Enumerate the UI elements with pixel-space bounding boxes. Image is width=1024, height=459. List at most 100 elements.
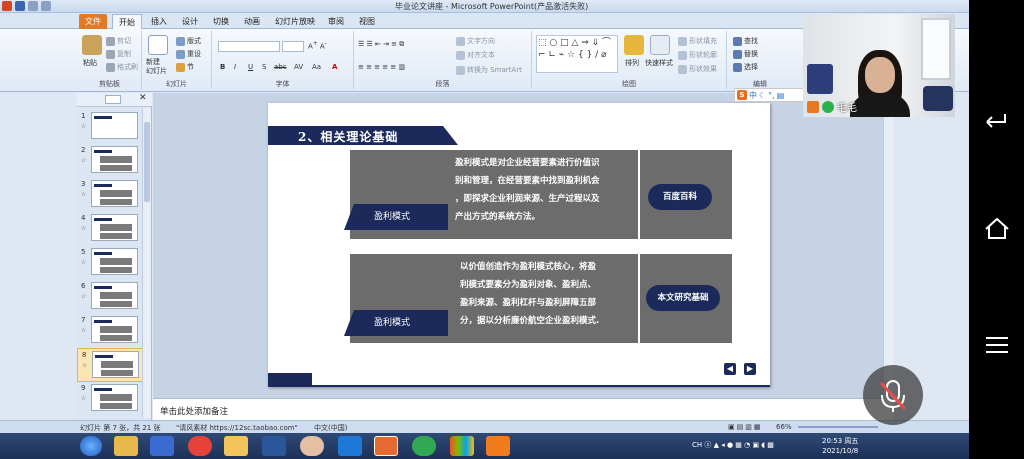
zoom-slider[interactable] [798,426,878,428]
new-slide-icon[interactable] [148,35,168,55]
slides-tab[interactable] [105,95,121,104]
editor-vertical-scrollbar[interactable] [883,93,894,398]
slide-thumbnail[interactable]: 5 ☆ [77,246,152,280]
slide-thumbnail[interactable]: 9 ☆ [77,382,152,416]
animation-star-icon: ☆ [81,157,87,164]
thumbnail-scrollbar[interactable] [142,108,151,418]
replace-button[interactable]: 替换 [733,49,758,59]
word-icon[interactable] [262,436,286,456]
slide-preview [91,316,138,343]
shape-outline-button[interactable]: 形状轮廓 [678,50,717,60]
smartart-button[interactable]: 转换为 SmartArt [456,65,522,75]
quick-styles-icon[interactable] [650,35,670,55]
slide-thumbnail[interactable]: 2 ☆ [77,144,152,178]
chrome-icon[interactable] [188,436,212,456]
arrange-button[interactable]: 排列 [625,58,639,68]
tab-insert[interactable]: 插入 [145,14,173,29]
app-icon-2[interactable] [150,436,174,456]
tab-design[interactable]: 设计 [176,14,204,29]
underline-button[interactable]: U [248,63,253,71]
prev-slide-button[interactable]: ◀ [724,363,736,375]
back-button[interactable] [983,110,1011,134]
current-slide[interactable]: 2、相关理论基础 盈利模式是对企业经营要素进行价值识 别和管理，在经营要素中找到… [268,103,770,387]
save-icon[interactable] [15,1,25,11]
tab-home[interactable]: 开始 [112,14,142,29]
slide-thumbnail[interactable]: 7 ☆ [77,314,152,348]
ime-toolbar[interactable]: S 中 ☾ °, ▤ [734,88,806,102]
tab-review[interactable]: 审阅 [322,14,350,29]
strike-button[interactable]: abc [274,63,287,71]
format-painter-button[interactable]: 格式刷 [106,62,138,72]
ime-mode[interactable]: 中 [749,90,757,101]
moon-icon[interactable]: ☾ [759,91,766,100]
reset-button[interactable]: 重设 [176,49,201,59]
start-button-icon[interactable] [80,436,102,456]
case-button[interactable]: Aa [312,63,321,71]
section-button[interactable]: 节 [176,62,194,72]
font-grow-button[interactable]: A+ A- [308,41,327,50]
keyboard-icon[interactable]: ▤ [777,91,785,100]
bold-button[interactable]: B [220,63,225,71]
slide-number: 8 [82,351,87,359]
font-name-input[interactable] [218,41,280,52]
undo-icon[interactable] [28,1,38,11]
spacing-button[interactable]: AV [294,63,303,71]
slide-thumbnail[interactable]: 1 ☆ [77,110,152,144]
copy-button[interactable]: 复制 [106,49,131,59]
system-clock[interactable]: 20:53 周五 2021/10/8 [822,436,858,456]
notes-pane[interactable]: 单击此处添加备注 [153,398,894,420]
app-icon-3[interactable] [338,436,362,456]
folder-icon[interactable] [224,436,248,456]
paste-icon[interactable] [82,35,102,55]
select-button[interactable]: 选择 [733,62,758,72]
shadow-button[interactable]: S [262,63,266,71]
app-icon-4[interactable] [412,436,436,456]
slide-thumbnail[interactable]: 8 ☆ [77,348,152,382]
shapes-gallery[interactable]: ⬚ ○ □ △ ⇒ ⇓ ⌒ ⌐ ∟ ⌁ ☆ { } ∕ ⌀ [536,35,618,73]
tab-animations[interactable]: 动画 [238,14,266,29]
bullets-button[interactable]: ☰ ☰ ⇤ ⇥ ≡ ⧉ [358,40,404,49]
app-icon-1[interactable] [114,436,138,456]
menu-button[interactable] [983,333,1011,357]
mute-mic-button[interactable] [863,365,923,425]
avatar-app-icon[interactable] [300,436,324,456]
redo-icon[interactable] [41,1,51,11]
slide-preview [92,351,139,378]
tab-file[interactable]: 文件 [79,14,107,29]
slide-thumbnail[interactable]: 3 ☆ [77,178,152,212]
shape-fill-button[interactable]: 形状填充 [678,36,717,46]
zoom-level[interactable]: 66% [776,423,792,431]
text-direction-button[interactable]: 文字方向 [456,36,495,46]
new-slide-button[interactable]: 新建 幻灯片 [146,58,167,76]
group-clipboard: 粘贴 剪切 复制 格式刷 剪贴板 [78,31,142,89]
shape-effects-button[interactable]: 形状效果 [678,64,717,74]
punct-icon[interactable]: °, [768,91,775,100]
panel-header: ✕ [77,93,152,107]
arrange-icon[interactable] [624,35,644,55]
home-button[interactable] [983,216,1011,240]
layout-button[interactable]: 版式 [176,36,201,46]
tab-transitions[interactable]: 切换 [207,14,235,29]
font-size-input[interactable] [282,41,304,52]
align-text-button[interactable]: 对齐文本 [456,50,495,60]
app-icon-6[interactable] [486,436,510,456]
italic-button[interactable]: I [234,63,236,71]
quick-access-toolbar [2,1,51,11]
powerpoint-taskbar-icon[interactable] [374,436,398,456]
close-panel-icon[interactable]: ✕ [139,93,147,103]
quick-styles-button[interactable]: 快速样式 [645,58,673,68]
cut-button[interactable]: 剪切 [106,36,131,46]
find-button[interactable]: 查找 [733,36,758,46]
align-buttons[interactable]: ≡ ≡ ≡ ≡ ≡ ▥ [358,63,405,71]
definition-text-1: 盈利模式是对企业经营要素进行价值识 别和管理，在经营要素中找到盈利机会 ，即探求… [455,158,600,222]
tab-slideshow[interactable]: 幻灯片放映 [269,14,321,29]
slide-thumbnail[interactable]: 4 ☆ [77,212,152,246]
scroll-thumb[interactable] [144,122,150,202]
slide-thumbnail[interactable]: 6 ☆ [77,280,152,314]
paste-button[interactable]: 粘贴 [83,58,97,68]
tab-view[interactable]: 视图 [353,14,381,29]
app-icon-5[interactable] [450,436,474,456]
next-slide-button[interactable]: ▶ [744,363,756,375]
view-buttons[interactable]: ▣▤▥▦ [728,423,762,431]
font-color-button[interactable]: A [332,63,337,71]
